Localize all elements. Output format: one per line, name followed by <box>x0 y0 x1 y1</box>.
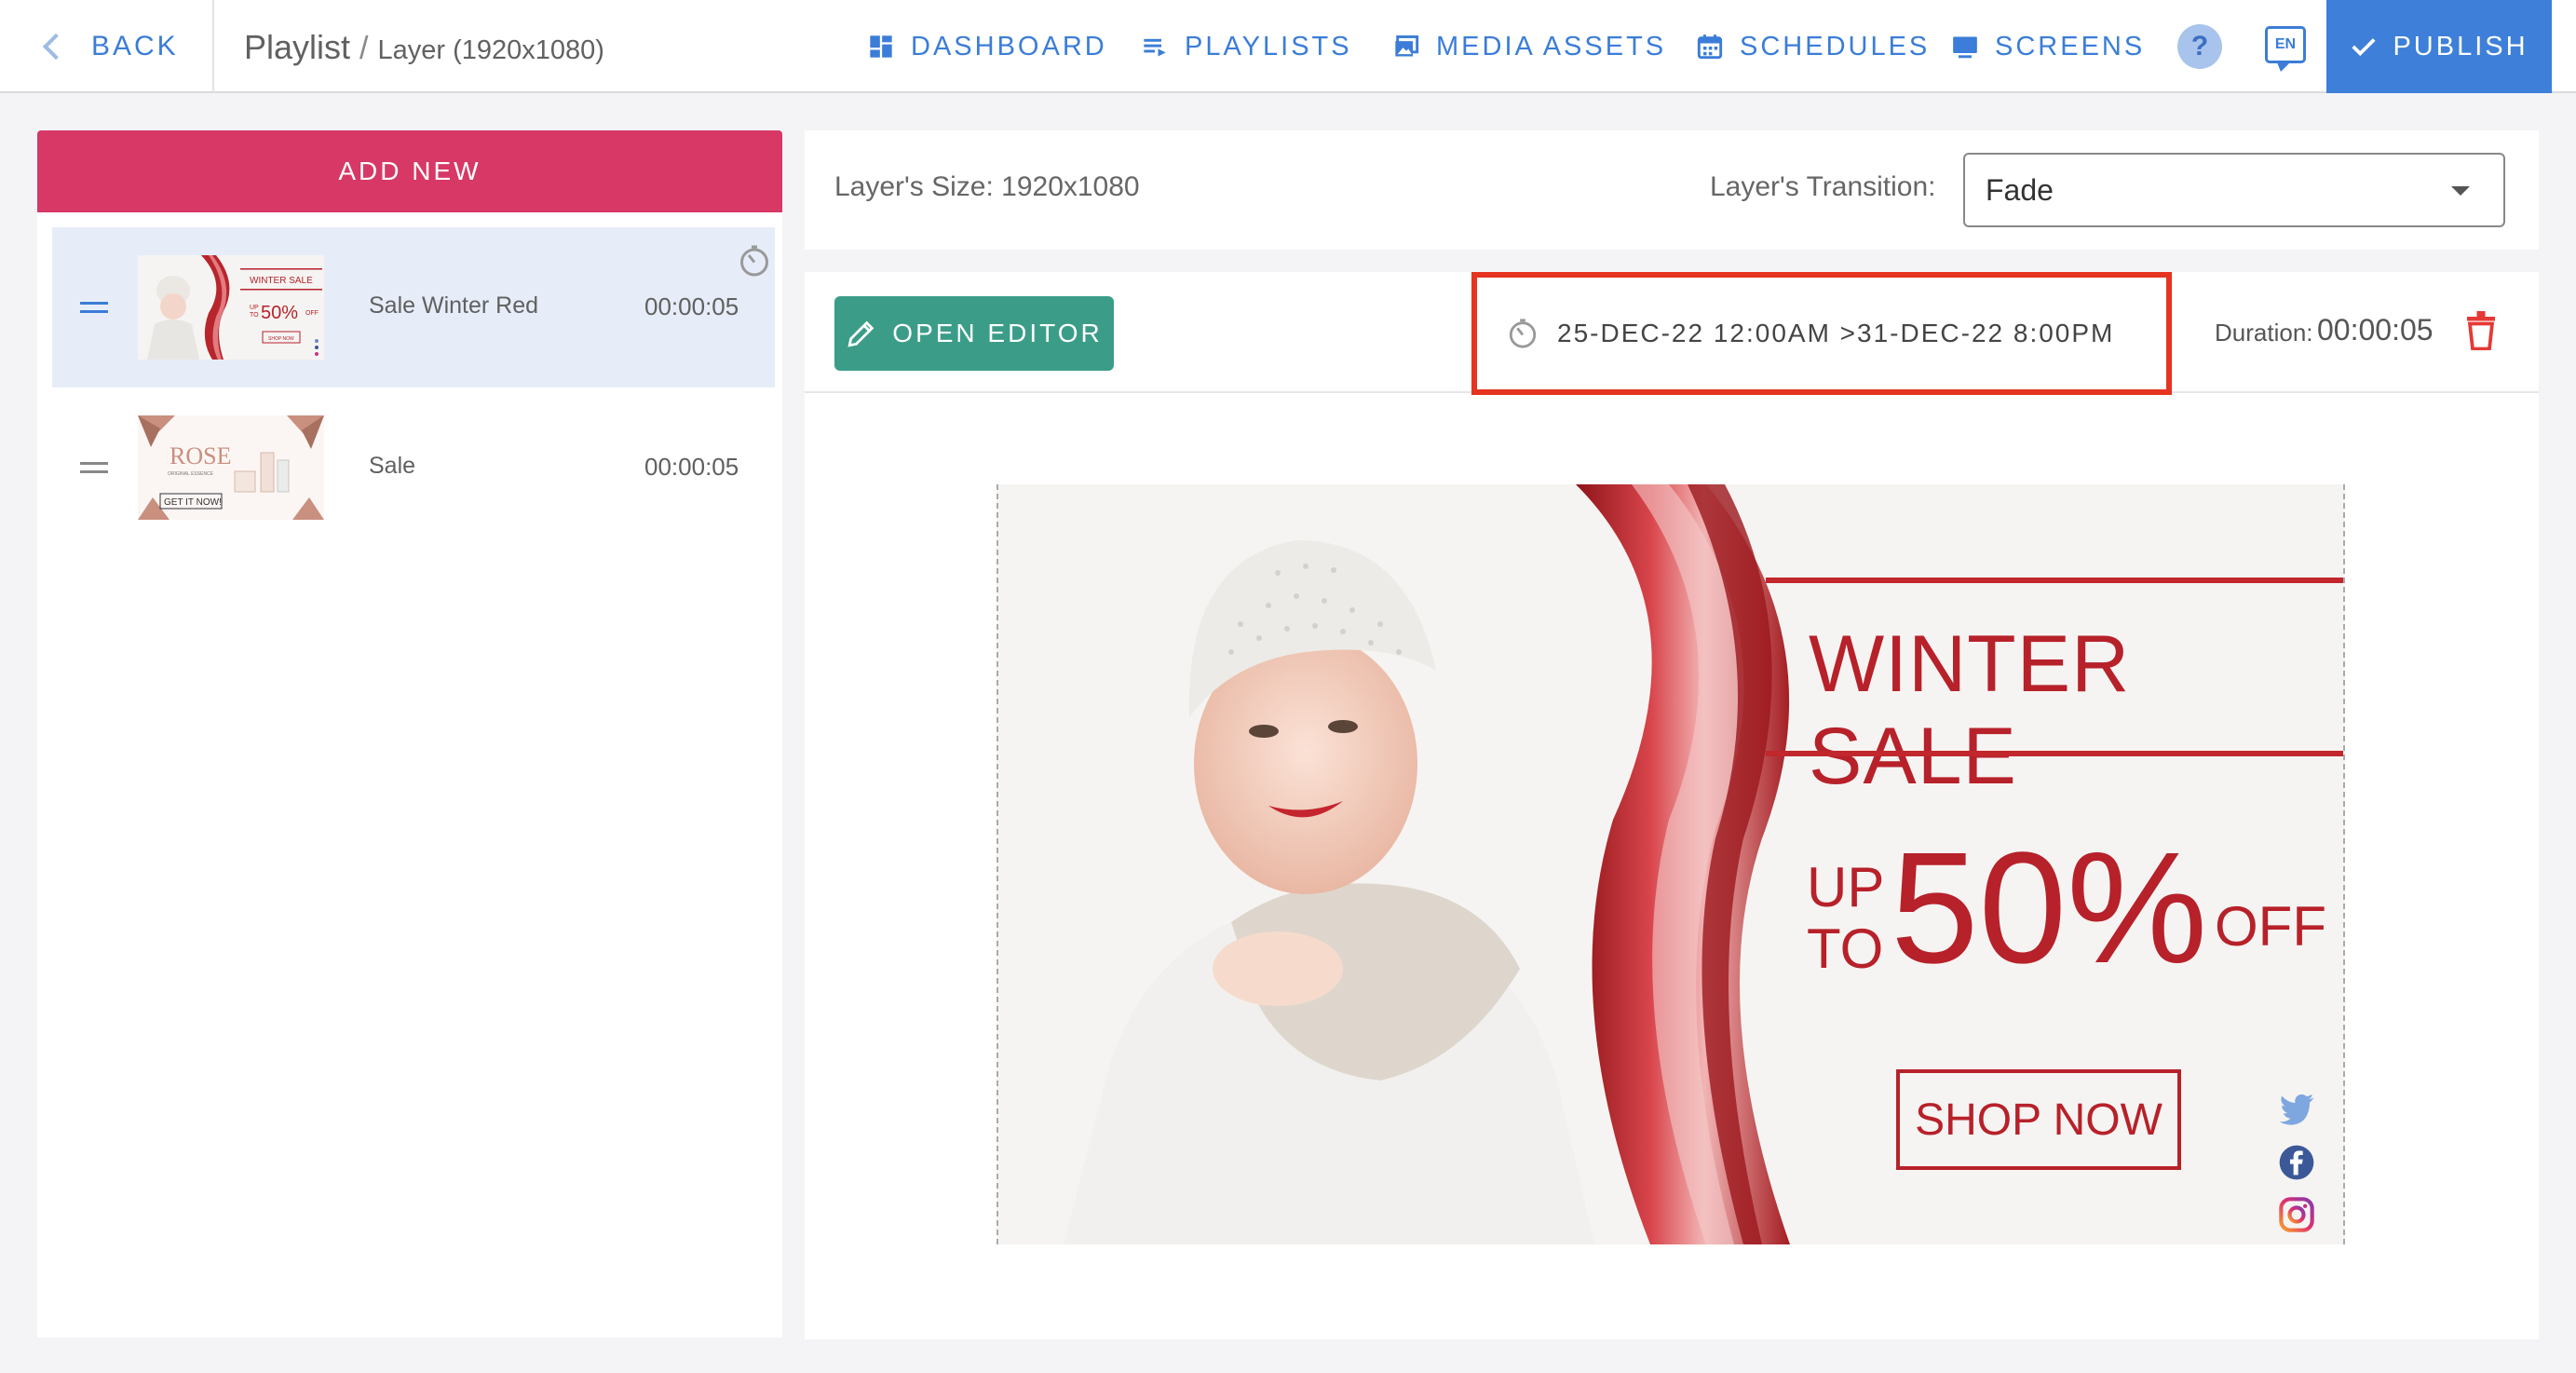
check-icon <box>2352 38 2377 57</box>
nav-schedules[interactable]: SCHEDULES <box>1697 0 1930 93</box>
language-button[interactable]: EN <box>2265 26 2306 72</box>
banner-up: UP <box>1807 856 1885 918</box>
breadcrumb: Playlist / Layer (1920x1080) <box>244 28 604 67</box>
transition-select[interactable]: Fade <box>1963 153 2505 227</box>
publish-button[interactable]: PUBLISH <box>2326 0 2552 93</box>
nav-schedules-label: SCHEDULES <box>1740 31 1931 61</box>
layer-content-card: OPEN EDITOR 25-DEC-22 12:00AM >31-DEC-22… <box>805 272 2539 1339</box>
instagram-icon <box>2279 1197 2314 1232</box>
duration-value: 00:00:05 <box>2317 313 2434 347</box>
help-button[interactable]: ? <box>2177 24 2222 69</box>
breadcrumb-current: Layer (1920x1080) <box>377 35 604 65</box>
twitter-icon <box>2279 1094 2314 1125</box>
drag-handle-icon[interactable] <box>80 302 108 313</box>
banner-top-rule <box>1766 578 2343 583</box>
layer-duration: 00:00:05 <box>644 292 739 320</box>
list-item[interactable]: WINTER SALE UP TO 50% OFF SHOP NOW Sale … <box>52 227 775 387</box>
duration-label: Duration: <box>2215 319 2313 347</box>
nav-media-assets-label: MEDIA ASSETS <box>1436 31 1667 61</box>
svg-text:UP: UP <box>250 305 259 311</box>
layer-preview: WINTER SALE UP TO 50% OFF SHOP NOW <box>997 484 2345 1244</box>
nav-screens-label: SCREENS <box>1995 31 2146 61</box>
pencil-icon <box>847 320 874 347</box>
content-toolbar: OPEN EDITOR 25-DEC-22 12:00AM >31-DEC-22… <box>805 272 2539 395</box>
breadcrumb-playlist[interactable]: Playlist <box>244 28 350 67</box>
layer-settings-card: Layer's Size: 1920x1080 Layer's Transiti… <box>805 130 2539 250</box>
nav-dashboard[interactable]: DASHBOARD <box>868 0 1107 93</box>
timer-icon <box>1509 319 1537 348</box>
banner-title: WINTER SALE <box>1809 619 2131 801</box>
publish-label: PUBLISH <box>2393 31 2529 61</box>
banner-off: OFF <box>2215 895 2326 958</box>
facebook-icon <box>2279 1145 2314 1180</box>
drag-handle-icon[interactable] <box>80 462 108 473</box>
svg-text:TO: TO <box>250 312 259 319</box>
svg-text:SHOP NOW: SHOP NOW <box>268 336 294 342</box>
nav-dashboard-label: DASHBOARD <box>911 31 1107 61</box>
nav-playlists[interactable]: PLAYLISTS <box>1142 0 1352 93</box>
banner-shop-now-button: SHOP NOW <box>1896 1069 2181 1170</box>
nav-screens[interactable]: SCREENS <box>1952 0 2145 93</box>
media-icon <box>1395 35 1419 57</box>
top-bar: BACK Playlist / Layer (1920x1080) DASHBO… <box>0 0 2576 93</box>
add-new-button[interactable]: ADD NEW <box>37 130 782 212</box>
transition-value: Fade <box>1986 172 2054 207</box>
playlist-icon <box>1144 38 1166 57</box>
schedule-range-highlight[interactable]: 25-DEC-22 12:00AM >31-DEC-22 8:00PM <box>1471 272 2172 395</box>
layer-name: Sale <box>369 453 416 479</box>
caret-down-icon <box>2451 186 2470 196</box>
monitor-icon <box>1953 36 1977 59</box>
layer-name: Sale Winter Red <box>369 292 539 319</box>
svg-text:OFF: OFF <box>305 310 319 317</box>
banner-to: TO <box>1807 918 1884 980</box>
svg-text:ORIGINAL ESSENCE: ORIGINAL ESSENCE <box>168 471 214 477</box>
layer-size-label: Layer's Size: 1920x1080 <box>834 171 1140 202</box>
thumbnail-sale: ROSE ORIGINAL ESSENCE GET IT NOW! <box>138 415 324 520</box>
back-button[interactable]: BACK <box>0 0 214 93</box>
breadcrumb-separator: / <box>359 31 369 66</box>
nav-playlists-label: PLAYLISTS <box>1185 31 1352 61</box>
layer-list-panel: ADD NEW WINTER SALE UP TO 50% OFF SHOP N… <box>37 130 782 1338</box>
svg-text:GET IT NOW!: GET IT NOW! <box>164 497 222 508</box>
layer-transition-label: Layer's Transition: <box>1710 171 1936 202</box>
schedule-range-text: 25-DEC-22 12:00AM >31-DEC-22 8:00PM <box>1557 319 2115 347</box>
svg-text:WINTER SALE: WINTER SALE <box>250 276 313 286</box>
open-editor-button[interactable]: OPEN EDITOR <box>834 296 1114 371</box>
banner-up-to: UP TO <box>1807 857 1884 980</box>
banner-percent: 50% <box>1891 820 2208 997</box>
svg-text:ROSE: ROSE <box>169 442 231 469</box>
nav-media-assets[interactable]: MEDIA ASSETS <box>1393 0 1666 93</box>
trash-icon[interactable] <box>2464 311 2498 350</box>
list-item[interactable]: ROSE ORIGINAL ESSENCE GET IT NOW! Sale 0… <box>52 387 775 548</box>
banner-bottom-rule <box>1766 751 2343 756</box>
thumbnail-sale-winter-red: WINTER SALE UP TO 50% OFF SHOP NOW <box>138 255 324 360</box>
open-editor-label: OPEN EDITOR <box>892 319 1103 347</box>
layer-duration: 00:00:05 <box>644 453 739 481</box>
chevron-left-icon <box>42 33 70 61</box>
svg-text:50%: 50% <box>261 303 298 323</box>
back-label: BACK <box>91 31 179 61</box>
dashboard-icon <box>870 35 892 58</box>
calendar-icon <box>1697 34 1723 60</box>
timer-icon[interactable] <box>738 244 771 278</box>
